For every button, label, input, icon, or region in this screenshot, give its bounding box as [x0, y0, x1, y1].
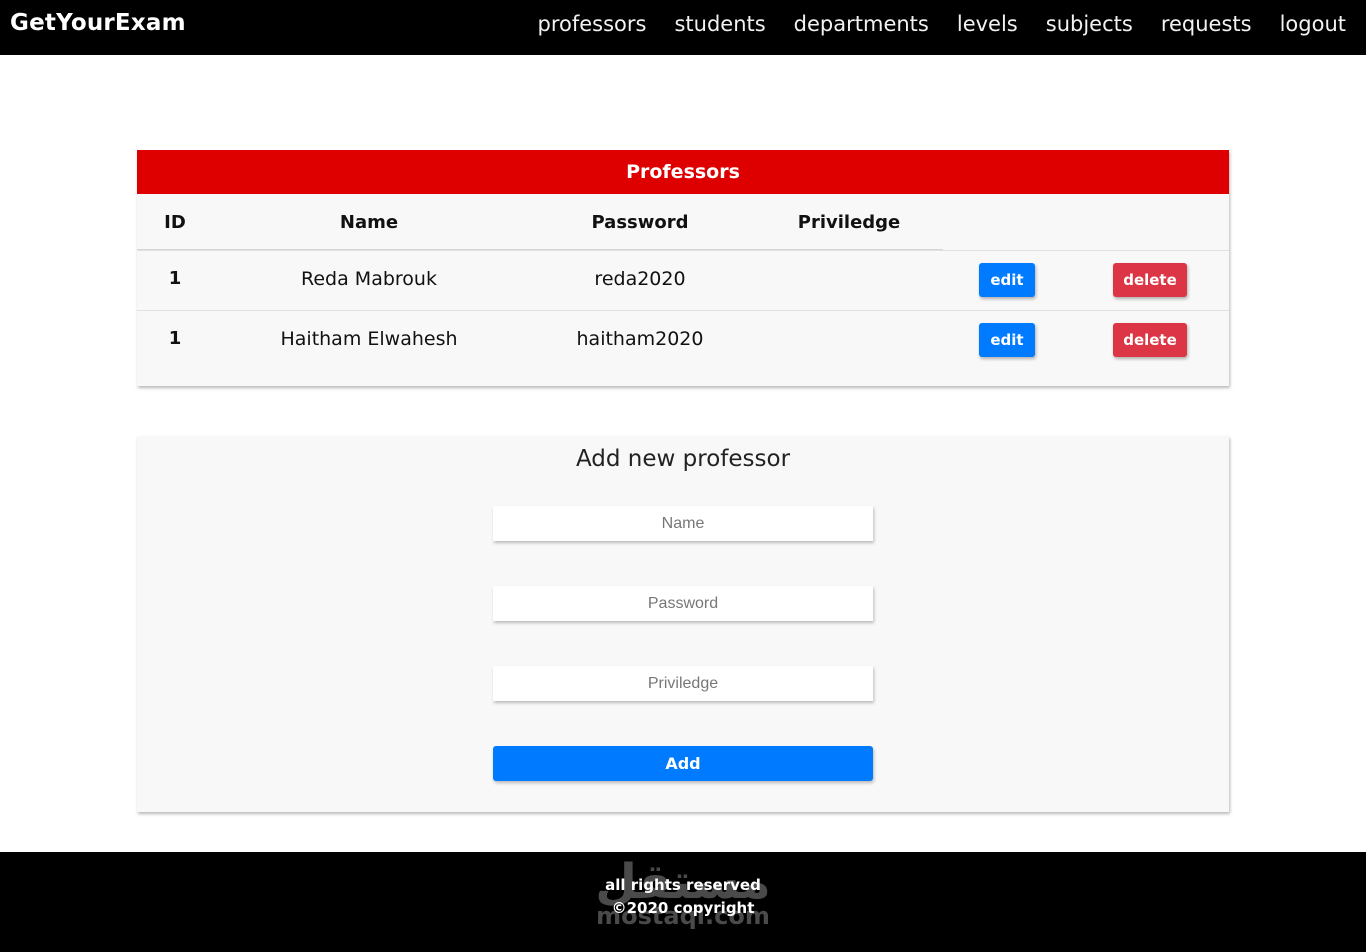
cell-id: 1	[168, 268, 182, 289]
edit-button[interactable]: edit	[979, 323, 1035, 357]
delete-button[interactable]: delete	[1113, 263, 1187, 297]
nav-links: professors students departments levels s…	[537, 12, 1346, 36]
brand-logo[interactable]: GetYourExam	[10, 10, 186, 36]
footer-rights-text: all rights reserved	[605, 876, 761, 894]
nav-link-logout[interactable]: logout	[1280, 12, 1346, 36]
nav-link-students[interactable]: students	[674, 12, 765, 36]
nav-link-subjects[interactable]: subjects	[1046, 12, 1133, 36]
edit-button[interactable]: edit	[979, 263, 1035, 297]
table-title: Professors	[137, 150, 1229, 194]
professors-table: Professors ID Name Password Priviledge 1…	[137, 150, 1229, 386]
nav-link-professors[interactable]: professors	[537, 12, 646, 36]
cell-password: haitham2020	[576, 328, 704, 350]
footer: مستقل mostaql.com all rights reserved ©2…	[0, 852, 1366, 952]
column-header-priviledge: Priviledge	[797, 212, 901, 233]
password-input[interactable]	[493, 586, 873, 621]
add-button[interactable]: Add	[493, 746, 873, 781]
top-navbar: GetYourExam professors students departme…	[0, 0, 1366, 55]
priviledge-input[interactable]	[493, 666, 873, 701]
nav-link-requests[interactable]: requests	[1161, 12, 1252, 36]
cell-name: Haitham Elwahesh	[280, 328, 458, 350]
add-professor-form: Add new professor Add	[137, 436, 1229, 812]
name-input[interactable]	[493, 506, 873, 541]
nav-link-levels[interactable]: levels	[957, 12, 1018, 36]
column-header-id: ID	[164, 212, 186, 233]
row-divider	[137, 250, 1229, 251]
form-title: Add new professor	[575, 446, 791, 472]
cell-id: 1	[168, 328, 182, 349]
cell-name: Reda Mabrouk	[301, 268, 437, 290]
row-divider	[137, 310, 1229, 311]
nav-link-departments[interactable]: departments	[794, 12, 929, 36]
footer-copyright-text: ©2020 copyright	[611, 899, 755, 917]
column-header-name: Name	[339, 212, 399, 233]
delete-button[interactable]: delete	[1113, 323, 1187, 357]
cell-password: reda2020	[594, 268, 686, 290]
column-header-password: Password	[591, 212, 689, 233]
